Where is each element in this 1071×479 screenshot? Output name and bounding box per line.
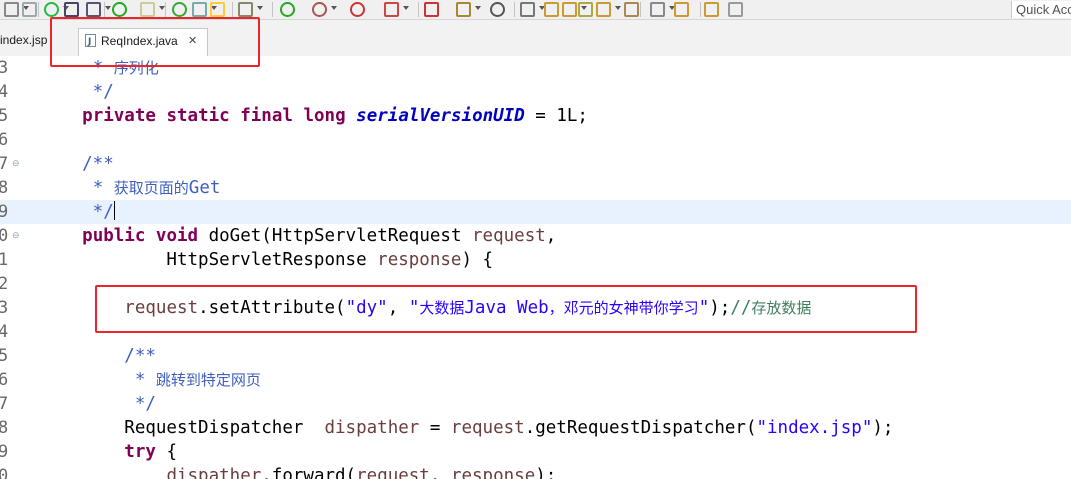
dropdown-arrow-icon[interactable] — [475, 6, 481, 10]
code-text: */ — [40, 82, 114, 102]
code-text: /** — [40, 154, 114, 174]
dropdown-arrow-icon[interactable] — [615, 6, 621, 10]
copy-icon[interactable] — [22, 2, 37, 17]
package-icon[interactable] — [456, 2, 471, 17]
line-number: 8 — [0, 418, 9, 438]
line-number: 3 — [0, 298, 9, 318]
toolbar-separator — [104, 2, 105, 17]
code-line[interactable]: 5 private static final long serialVersio… — [0, 104, 1071, 128]
line-number: 7 — [0, 394, 9, 414]
dropdown-arrow-icon[interactable] — [331, 6, 337, 10]
bug-icon[interactable] — [238, 2, 253, 17]
dropdown-arrow-icon[interactable] — [403, 6, 409, 10]
code-text: * 获取页面的Get — [92, 178, 221, 198]
code-text: */ — [40, 394, 156, 414]
book-icon[interactable] — [140, 2, 155, 17]
line-number: 5 — [0, 346, 9, 366]
code-line[interactable]: 0 dispather.forward(request, response); — [0, 464, 1071, 479]
toolbar-separator — [272, 2, 273, 17]
toolbar-separator — [700, 2, 701, 17]
annotation-icon[interactable] — [624, 2, 639, 17]
code-highlight-box — [95, 285, 917, 333]
toolbar-separator — [418, 2, 419, 17]
stop-icon[interactable] — [384, 2, 399, 17]
code-text: /** — [40, 346, 156, 366]
fold-toggle-icon[interactable]: ⊖ — [12, 231, 20, 241]
dropdown-arrow-icon[interactable] — [105, 6, 111, 10]
run-config-icon[interactable] — [44, 2, 59, 17]
toolbar-separator — [232, 2, 233, 17]
power-icon[interactable] — [112, 2, 127, 17]
code-line[interactable]: 6 * 跳转到特定网页 — [0, 368, 1071, 392]
cursor-icon[interactable] — [192, 2, 207, 17]
java-perspective-icon[interactable] — [520, 2, 535, 17]
toolbar-separator — [514, 2, 515, 17]
code-editor[interactable]: 3 * 序列化 4 */5 private static final long s… — [0, 56, 1071, 479]
line-number: 9 — [0, 442, 9, 462]
code-line[interactable]: 4 */ — [0, 80, 1071, 104]
tab-label: index.jsp — [0, 33, 48, 47]
code-text: try { — [124, 442, 177, 462]
text-cursor — [113, 201, 115, 220]
play-icon[interactable] — [280, 2, 295, 17]
code-text: HttpServletResponse response) { — [40, 250, 494, 270]
code-text: * 跳转到特定网页 — [134, 370, 261, 390]
line-number: 5 — [0, 106, 9, 126]
code-line[interactable]: 6 — [0, 128, 1071, 152]
line-number: 0 — [0, 466, 9, 479]
toolbar-separator — [165, 2, 166, 17]
code-line[interactable]: 7 ⊖ /** — [0, 152, 1071, 176]
code-text: dispather.forward(request, response); — [166, 466, 557, 479]
quick-access-input[interactable]: Quick Acc — [1011, 1, 1071, 18]
line-number: 4 — [0, 322, 9, 342]
code-line[interactable]: 1 HttpServletResponse response) { — [0, 248, 1071, 272]
line-number: 3 — [0, 58, 9, 78]
code-line[interactable]: 9 */ — [0, 200, 1071, 224]
code-text: public void doGet(HttpServletRequest req… — [82, 226, 557, 246]
screen-icon[interactable] — [64, 2, 79, 17]
forward-icon[interactable] — [704, 2, 719, 17]
code-line[interactable]: 7 */ — [0, 392, 1071, 416]
home-icon[interactable] — [728, 2, 743, 17]
debug-run-icon[interactable] — [312, 2, 327, 17]
line-number: 9 — [0, 202, 9, 222]
line-number: 6 — [0, 130, 9, 150]
pin-icon[interactable] — [86, 2, 101, 17]
line-number: 4 — [0, 82, 9, 102]
back-icon[interactable] — [674, 2, 689, 17]
line-number: 8 — [0, 178, 9, 198]
code-line[interactable]: 5 /** — [0, 344, 1071, 368]
folder-open-icon[interactable] — [596, 2, 611, 17]
tab-index-jsp[interactable]: index.jsp — [0, 28, 52, 56]
code-line[interactable]: 9 try { — [0, 440, 1071, 464]
fold-toggle-icon[interactable]: ⊖ — [12, 159, 20, 169]
line-number: 1 — [0, 250, 9, 270]
code-text: private static final long serialVersionU… — [82, 106, 588, 126]
tool-icon[interactable] — [424, 2, 439, 17]
line-number: 6 — [0, 370, 9, 390]
code-line[interactable]: 8 RequestDispatcher dispather = request.… — [0, 416, 1071, 440]
line-number: 2 — [0, 274, 9, 294]
code-line[interactable]: 0 ⊖ public void doGet(HttpServletRequest … — [0, 224, 1071, 248]
code-line[interactable]: 8 * 获取页面的Get — [0, 176, 1071, 200]
toolbar-separator — [640, 2, 641, 17]
toolbar-separator — [38, 2, 39, 17]
highlight-icon[interactable] — [210, 2, 225, 17]
dropdown-arrow-icon[interactable] — [257, 6, 263, 10]
file-icon[interactable] — [4, 2, 19, 17]
code-text: */ — [40, 201, 115, 222]
tab-highlight-box — [50, 17, 260, 67]
coverage-icon[interactable] — [350, 2, 365, 17]
next-icon[interactable] — [650, 2, 665, 17]
refresh-icon[interactable] — [172, 2, 187, 17]
folder-icon[interactable] — [562, 2, 577, 17]
open-folder-icon[interactable] — [544, 2, 559, 17]
gear-icon[interactable] — [490, 2, 505, 17]
pen-icon[interactable] — [578, 2, 593, 17]
code-text: RequestDispatcher dispather = request.ge… — [40, 418, 894, 438]
